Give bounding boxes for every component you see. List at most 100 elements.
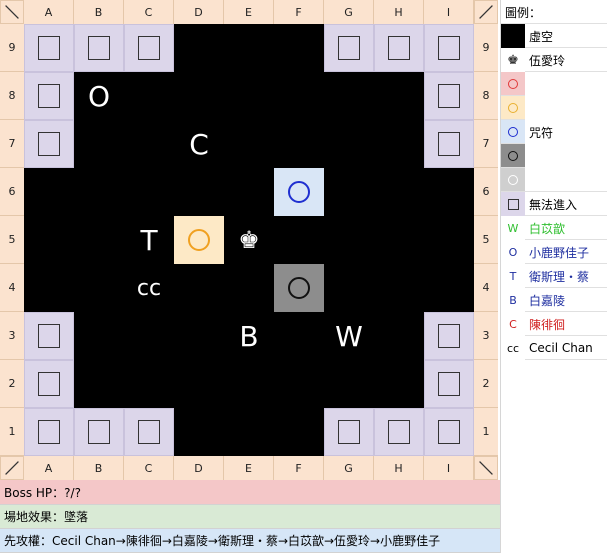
row-label-6-left: 6 (0, 168, 24, 216)
row-label-8-right: 8 (474, 72, 498, 120)
blocked-square-icon (438, 132, 460, 156)
legend-label: 陳徘徊 (529, 317, 566, 332)
legend-player-symbol: B (509, 293, 517, 307)
player-token[interactable]: C (174, 120, 224, 168)
blocked-cell-b9 (74, 24, 124, 72)
spell-circle-icon (508, 102, 518, 113)
blocked-cell-i8 (424, 72, 474, 120)
spell-cell-d5[interactable] (174, 216, 224, 264)
row-label-1-right: 1 (474, 408, 498, 456)
legend-player-row: C 陳徘徊 (501, 312, 607, 336)
column-label-a-top: A (24, 0, 74, 24)
row-label-4-left: 4 (0, 264, 24, 312)
legend-player-symbol: cc (506, 341, 520, 355)
player-token[interactable]: B (224, 312, 274, 360)
blocked-square-icon (388, 420, 410, 444)
column-label-h-bottom: H (374, 456, 424, 480)
legend-no-entry-row: 無法進入 (501, 192, 607, 216)
column-label-a-bottom: A (24, 456, 74, 480)
legend-label: 虛空 (529, 29, 554, 44)
blocked-square-icon (438, 36, 460, 60)
spell-yellow-circle-icon (188, 229, 210, 251)
legend-swatch: C (501, 312, 525, 336)
legend-swatch: W (501, 216, 525, 240)
blocked-square-icon (438, 324, 460, 348)
blocked-cell-g1 (324, 408, 374, 456)
column-label-i-top: I (424, 0, 474, 24)
blocked-square-icon (438, 420, 460, 444)
spell-circle-icon (508, 174, 518, 185)
boss-hp-text: Boss HP：?/? (4, 485, 81, 500)
blocked-square-icon (88, 36, 110, 60)
row-label-3-left: 3 (0, 312, 24, 360)
blocked-square-icon (38, 372, 60, 396)
column-label-g-top: G (324, 0, 374, 24)
column-label-d-top: D (174, 0, 224, 24)
player-token[interactable]: T (124, 216, 174, 264)
legend-swatch: cc (501, 336, 525, 360)
legend-spell-label: 咒符 (529, 125, 554, 140)
blocked-cell-i3 (424, 312, 474, 360)
legend-swatch (501, 192, 525, 216)
legend-player-row: W 白苡歆 (501, 216, 607, 240)
column-label-c-bottom: C (124, 456, 174, 480)
legend-title-row: 圖例： (501, 0, 607, 24)
turn-order-bar: 先攻權：Cecil Chan→陳徘徊→白嘉陵→衛斯理・蔡→白苡歆→伍愛玲→小鹿野… (0, 529, 500, 553)
legend-label: 伍愛玲 (529, 53, 566, 68)
legend-label: 白苡歆 (529, 221, 566, 236)
legend-spell-swatch (501, 96, 525, 120)
spell-gray-circle-icon (288, 277, 310, 299)
spell-circle-icon (508, 150, 518, 161)
legend-label: 圖例： (505, 5, 542, 20)
legend-label: Cecil Chan (529, 341, 593, 355)
legend-player-row: T 衛斯理・蔡 (501, 264, 607, 288)
blocked-square-icon (38, 84, 60, 108)
legend-player-symbol: O (508, 245, 518, 259)
blocked-cell-a8 (24, 72, 74, 120)
legend-void-row: 虛空 (501, 24, 607, 48)
boss-hp-bar: Boss HP：?/? (0, 480, 500, 505)
corner-top-right (474, 0, 498, 24)
blocked-square-icon (138, 36, 160, 60)
column-label-f-top: F (274, 0, 324, 24)
legend-player-row: O 小鹿野佳子 (501, 240, 607, 264)
row-label-7-right: 7 (474, 120, 498, 168)
player-token[interactable]: W (324, 312, 374, 360)
blocked-square-icon (438, 372, 460, 396)
legend-label: 無法進入 (529, 197, 578, 212)
corner-bottom-left (0, 456, 24, 480)
column-label-e-bottom: E (224, 456, 274, 480)
legend-spell-swatch (501, 120, 525, 144)
row-label-6-right: 6 (474, 168, 498, 216)
column-label-f-bottom: F (274, 456, 324, 480)
row-label-7-left: 7 (0, 120, 24, 168)
column-label-d-bottom: D (174, 456, 224, 480)
king-chess-icon: ♚ (507, 52, 519, 68)
spell-blue-circle-icon (288, 181, 310, 203)
legend-swatch: ♚ (501, 48, 525, 72)
column-label-c-top: C (124, 0, 174, 24)
spell-cell-f4[interactable] (274, 264, 324, 312)
blocked-cell-i7 (424, 120, 474, 168)
blocked-cell-i1 (424, 408, 474, 456)
legend-label: 白嘉陵 (529, 293, 566, 308)
column-label-e-top: E (224, 0, 274, 24)
king-chess-icon[interactable]: ♚ (224, 216, 274, 264)
player-token[interactable]: cc (124, 264, 174, 312)
blocked-square-icon (138, 420, 160, 444)
legend-swatch: T (501, 264, 525, 288)
player-token[interactable]: O (74, 72, 124, 120)
row-label-9-right: 9 (474, 24, 498, 72)
row-label-3-right: 3 (474, 312, 498, 360)
blocked-cell-g9 (324, 24, 374, 72)
legend-label: 衛斯理・蔡 (529, 269, 590, 284)
legend-spell-swatch (501, 168, 525, 192)
spell-circle-icon (508, 78, 518, 89)
legend-player-row: cc Cecil Chan (501, 336, 607, 360)
legend-label: 小鹿野佳子 (529, 245, 590, 260)
legend-swatch: O (501, 240, 525, 264)
row-label-2-left: 2 (0, 360, 24, 408)
legend-panel: 圖例： 虛空 ♚ 伍愛玲咒符無法進入 W 白苡歆 O 小鹿野佳子 T 衛斯理・蔡 B 白嘉陵 C 陳徘徊 c… (500, 0, 607, 553)
spell-cell-f6[interactable] (274, 168, 324, 216)
row-label-8-left: 8 (0, 72, 24, 120)
